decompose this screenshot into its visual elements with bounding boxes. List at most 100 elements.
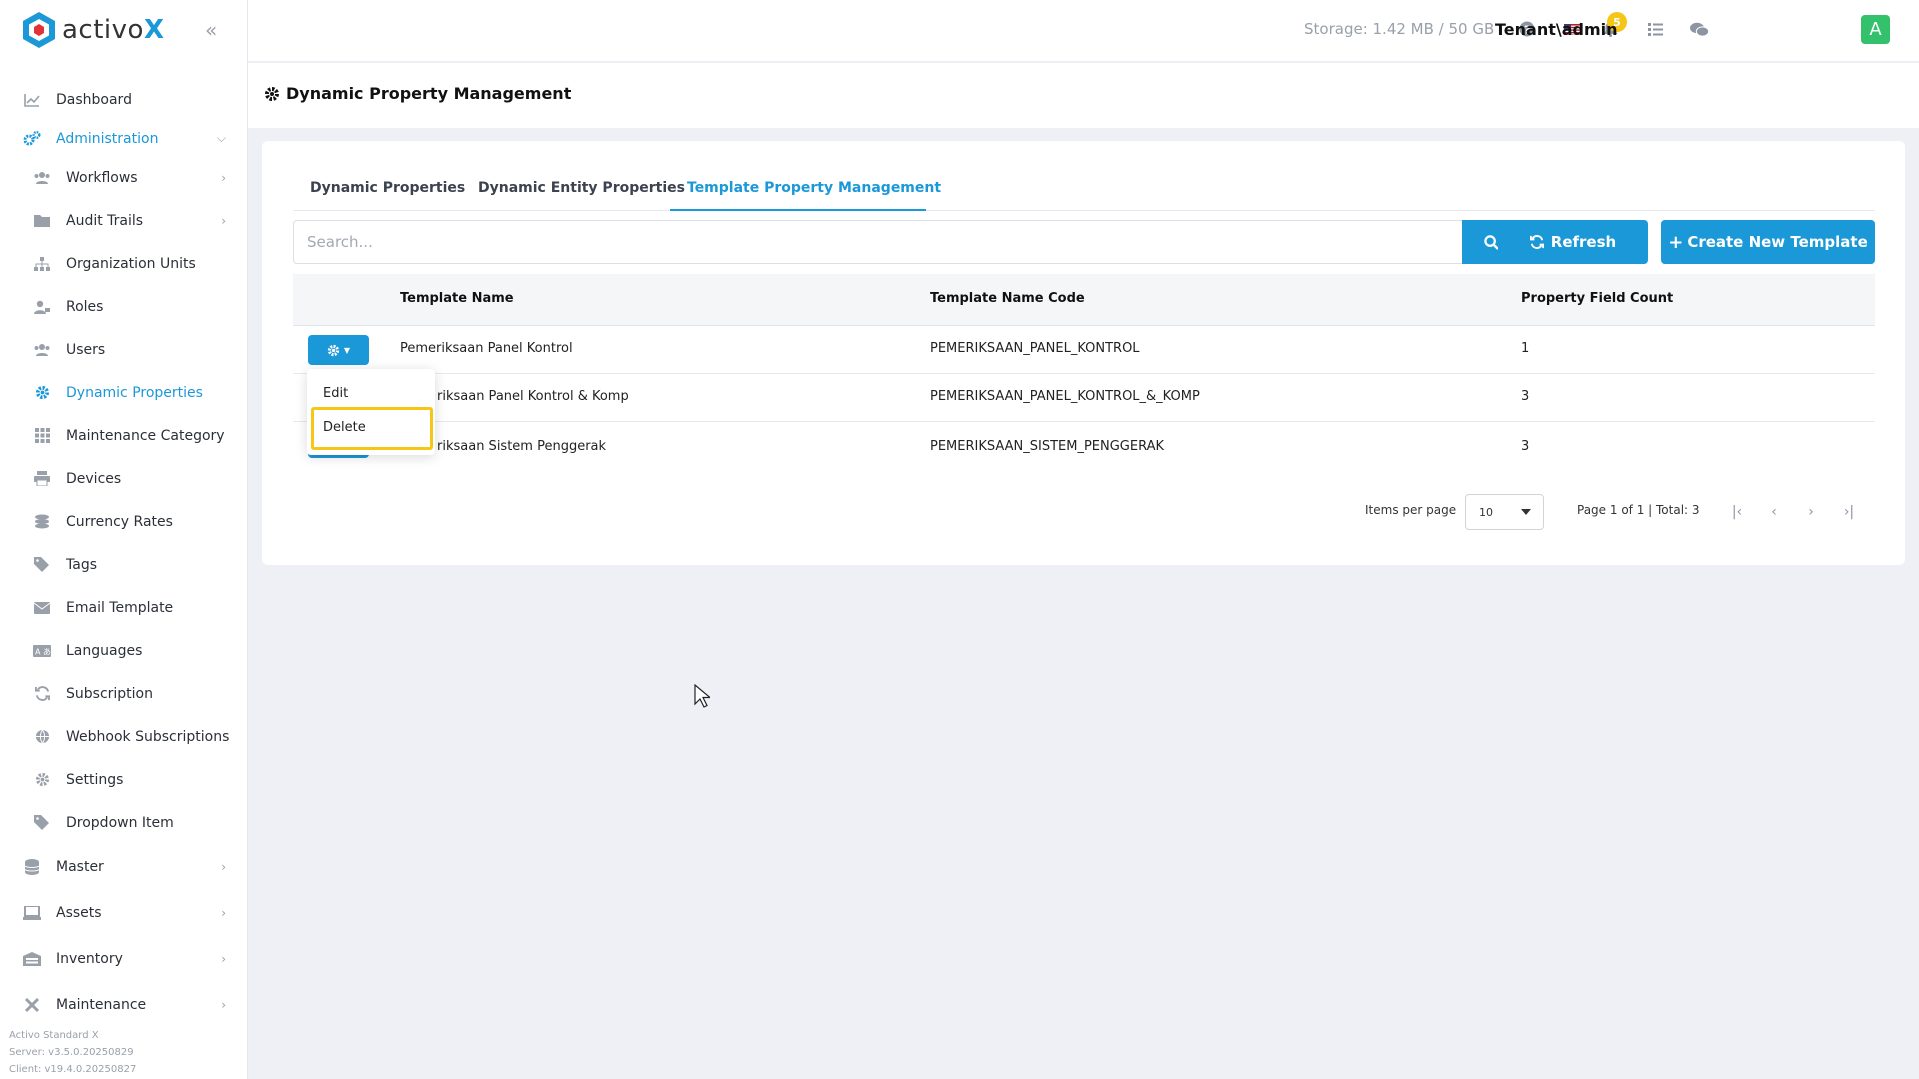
sidebar-item-dropdown-item[interactable]: Dropdown Item	[0, 801, 248, 844]
tab-dynamic-properties[interactable]: Dynamic Properties	[310, 180, 465, 196]
tags-icon	[32, 555, 52, 575]
sidebar: activoX « Dashboard Administration ⌵ Wor…	[0, 0, 248, 1079]
collapse-sidebar-icon[interactable]: «	[205, 18, 217, 42]
avatar[interactable]: A	[1861, 15, 1890, 44]
table-row: riksaan Panel Kontrol & Komp PEMERIKSAAN…	[293, 374, 1875, 422]
sidebar-item-workflows[interactable]: Workflows ›	[0, 156, 248, 199]
chevron-right-icon: ›	[221, 860, 226, 874]
gear-icon	[264, 86, 280, 102]
sidebar-item-label: Webhook Subscriptions	[66, 728, 230, 745]
sidebar-item-audit-trails[interactable]: Audit Trails ›	[0, 199, 248, 242]
sidebar-item-label: Devices	[66, 470, 122, 487]
sidebar-item-currency-rates[interactable]: Currency Rates	[0, 500, 248, 543]
chart-line-icon	[22, 90, 42, 110]
sidebar-item-dashboard[interactable]: Dashboard	[0, 78, 248, 121]
sidebar-item-label: Organization Units	[66, 255, 196, 272]
row-actions-button[interactable]: ▼	[308, 335, 369, 365]
sidebar-item-master[interactable]: Master ›	[0, 844, 248, 890]
chevron-right-icon: ›	[221, 906, 226, 920]
envelope-icon	[32, 598, 52, 618]
menu-item-edit[interactable]: Edit	[323, 386, 348, 401]
language-icon: Aあ	[32, 641, 52, 661]
search-input[interactable]	[293, 220, 1463, 264]
storage-usage: Storage: 1.42 MB / 50 GB	[1304, 20, 1495, 38]
sidebar-item-organization-units[interactable]: Organization Units	[0, 242, 248, 285]
refresh-button[interactable]: Refresh	[1498, 220, 1648, 264]
tools-icon	[22, 995, 42, 1015]
sidebar-item-devices[interactable]: Devices	[0, 457, 248, 500]
users-icon	[32, 340, 52, 360]
items-per-page-select[interactable]: 10	[1465, 494, 1544, 530]
brand-logo[interactable]: activoX	[22, 10, 165, 50]
sidebar-item-inventory[interactable]: Inventory ›	[0, 936, 248, 982]
tab-dynamic-entity-properties[interactable]: Dynamic Entity Properties	[478, 180, 685, 196]
sidebar-item-settings[interactable]: Settings	[0, 758, 248, 801]
column-header-property-field-count[interactable]: Property Field Count	[1521, 291, 1673, 306]
sidebar-item-email-template[interactable]: Email Template	[0, 586, 248, 629]
version-info: Activo Standard X Server: v3.5.0.2025082…	[0, 1027, 240, 1079]
items-per-page-value: 10	[1479, 506, 1493, 519]
chat-icon[interactable]	[1688, 18, 1710, 40]
globe-icon	[32, 727, 52, 747]
caret-down-icon	[1521, 509, 1531, 515]
topbar: Storage: 1.42 MB / 50 GB ? 5 Tenant\admi…	[248, 0, 1919, 62]
sidebar-item-maintenance[interactable]: Maintenance ›	[0, 982, 248, 1028]
sidebar-item-maintenance-category[interactable]: Maintenance Category	[0, 414, 248, 457]
sidebar-item-administration[interactable]: Administration ⌵	[0, 121, 248, 156]
cell-template-name: riksaan Panel Kontrol & Komp	[437, 389, 629, 404]
sidebar-item-label: Roles	[66, 298, 104, 315]
sidebar-item-label: Users	[66, 341, 106, 358]
sidebar-item-label: Email Template	[66, 599, 174, 616]
refresh-icon	[1529, 235, 1544, 249]
cell-template-code: PEMERIKSAAN_SISTEM_PENGGERAK	[930, 439, 1165, 454]
sidebar-item-label: Inventory	[56, 951, 123, 967]
sidebar-item-subscription[interactable]: Subscription	[0, 672, 248, 715]
sidebar-item-label: Currency Rates	[66, 513, 173, 530]
page-info: Page 1 of 1 | Total: 3	[1577, 503, 1700, 517]
gear-icon	[327, 344, 340, 356]
sidebar-item-label: Dashboard	[56, 91, 132, 108]
cell-template-code: PEMERIKSAAN_PANEL_KONTROL_&_KOMP	[930, 389, 1200, 404]
sidebar-item-tags[interactable]: Tags	[0, 543, 248, 586]
cell-template-name: Pemeriksaan Panel Kontrol	[400, 341, 573, 356]
database-icon	[22, 857, 42, 877]
sidebar-item-label: Maintenance	[56, 997, 147, 1013]
sidebar-item-label: Assets	[56, 905, 102, 921]
active-tab-indicator	[670, 209, 926, 211]
cell-field-count: 3	[1521, 389, 1530, 404]
sidebar-item-users[interactable]: Users	[0, 328, 248, 371]
task-list-icon[interactable]	[1644, 18, 1666, 40]
sidebar-item-roles[interactable]: Roles	[0, 285, 248, 328]
prev-page-icon[interactable]: ‹	[1763, 501, 1785, 523]
sidebar-item-label: Tags	[66, 556, 97, 573]
cell-template-code: PEMERIKSAAN_PANEL_KONTROL	[930, 341, 1140, 356]
column-header-template-name[interactable]: Template Name	[400, 291, 514, 306]
page-title: Dynamic Property Management	[264, 84, 571, 103]
first-page-icon[interactable]: |‹	[1726, 501, 1748, 523]
user-name[interactable]: Tenant\admin	[1495, 20, 1618, 39]
gear-icon	[32, 383, 52, 403]
table-row: riksaan Sistem Penggerak PEMERIKSAAN_SIS…	[293, 422, 1875, 474]
sidebar-item-assets[interactable]: Assets ›	[0, 890, 248, 936]
table-header: Template Name Template Name Code Propert…	[293, 274, 1875, 326]
sidebar-item-label: Audit Trails	[66, 212, 144, 229]
grid-icon	[32, 426, 52, 446]
cell-field-count: 3	[1521, 439, 1530, 454]
mouse-cursor-icon	[694, 684, 710, 708]
chevron-right-icon: ›	[221, 952, 226, 966]
sidebar-item-label: Workflows	[66, 169, 138, 186]
sidebar-item-languages[interactable]: Aあ Languages	[0, 629, 248, 672]
search-icon	[1484, 234, 1499, 250]
sidebar-item-dynamic-properties[interactable]: Dynamic Properties	[0, 371, 248, 414]
create-new-template-button[interactable]: + Create New Template	[1661, 220, 1875, 264]
column-header-template-name-code[interactable]: Template Name Code	[930, 291, 1085, 306]
laptop-icon	[22, 903, 42, 923]
sidebar-item-label: Administration	[56, 130, 159, 147]
printer-icon	[32, 469, 52, 489]
version-server: Server: v3.5.0.20250829	[9, 1047, 134, 1058]
sidebar-item-webhook-subscriptions[interactable]: Webhook Subscriptions	[0, 715, 248, 758]
next-page-icon[interactable]: ›	[1800, 501, 1822, 523]
page-title-text: Dynamic Property Management	[286, 84, 572, 103]
last-page-icon[interactable]: ›|	[1838, 501, 1860, 523]
tab-template-property-management[interactable]: Template Property Management	[687, 180, 941, 196]
